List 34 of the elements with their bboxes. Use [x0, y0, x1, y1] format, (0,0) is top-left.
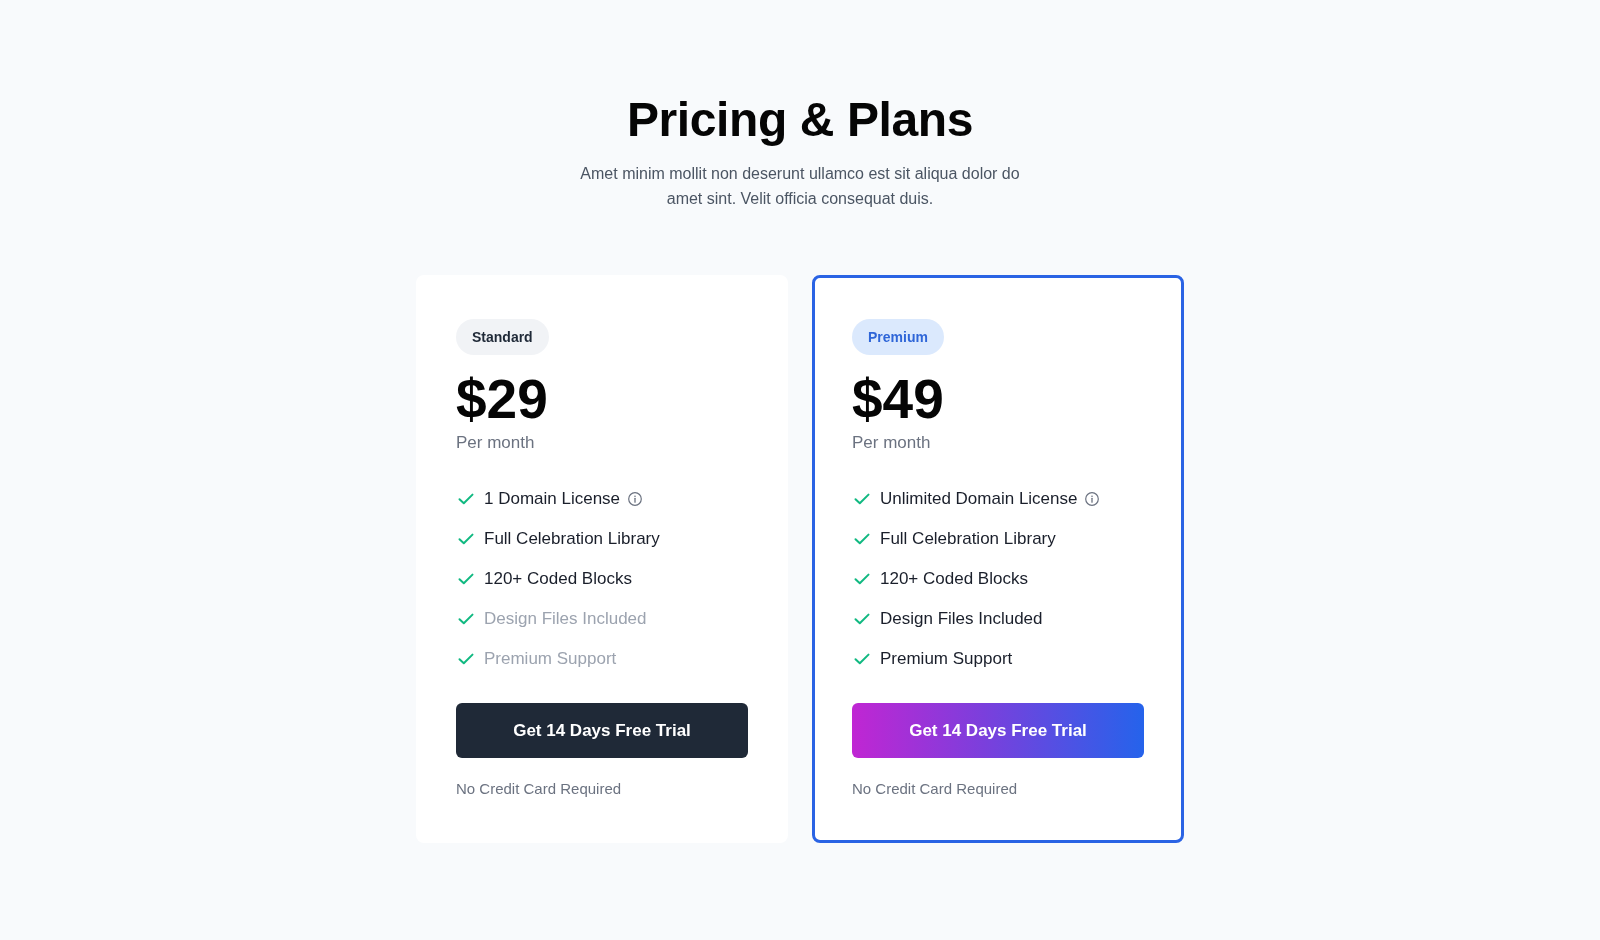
feature-text: Design Files Included [880, 608, 1043, 630]
check-icon [854, 533, 870, 545]
no-credit-card-note: No Credit Card Required [852, 779, 1018, 799]
check-icon [854, 653, 870, 665]
price-amount: $29 [456, 371, 548, 427]
plan-badge: Premium [852, 319, 944, 355]
price-amount: $49 [852, 371, 944, 427]
check-icon [458, 533, 474, 545]
plan-badge: Standard [456, 319, 549, 355]
feature-text: 1 Domain License [484, 488, 621, 510]
check-icon [854, 573, 870, 585]
feature-text: 120+ Coded Blocks [880, 568, 1028, 590]
check-icon [854, 613, 870, 625]
no-credit-card-note: No Credit Card Required [456, 779, 622, 799]
feature-text: Design Files Included [484, 608, 647, 630]
check-icon [458, 493, 474, 505]
info-icon[interactable] [628, 492, 643, 506]
page-subtitle: Amet minim mollit non deserunt ullamco est sit aliqua dolor do amet sint. Velit officia consequat duis. [579, 164, 1021, 209]
check-icon [458, 653, 474, 665]
free-trial-button[interactable]: Get 14 Days Free Trial [852, 703, 1144, 758]
price-period: Per month [456, 432, 535, 454]
price-period: Per month [852, 432, 931, 454]
free-trial-button[interactable]: Get 14 Days Free Trial [456, 703, 748, 758]
check-icon [458, 613, 474, 625]
feature-text: 120+ Coded Blocks [484, 568, 632, 590]
feature-text: Premium Support [880, 648, 1013, 670]
check-icon [854, 493, 870, 505]
info-icon[interactable] [1085, 492, 1100, 506]
page-title: Pricing & Plans [626, 92, 974, 148]
feature-text: Full Celebration Library [880, 528, 1056, 550]
check-icon [458, 573, 474, 585]
feature-text: Full Celebration Library [484, 528, 660, 550]
feature-text: Unlimited Domain License [880, 488, 1078, 510]
feature-text: Premium Support [484, 648, 617, 670]
